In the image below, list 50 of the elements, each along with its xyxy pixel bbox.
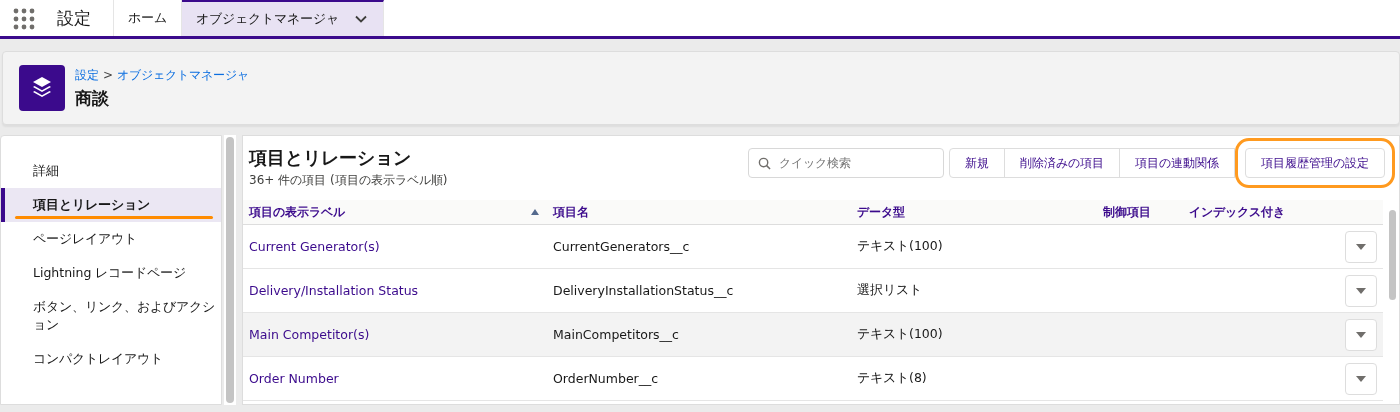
section-subtitle: 36+ 件の項目 (項目の表示ラベル順)	[249, 172, 448, 189]
table-cell: CurrentGenerators__c	[553, 239, 690, 254]
caret-down-icon	[1356, 375, 1366, 382]
table-cell: MainCompetitors__c	[553, 327, 679, 342]
breadcrumb-link[interactable]: 設定	[75, 66, 99, 84]
row-menu-button[interactable]	[1345, 362, 1377, 395]
column-header[interactable]: データ型	[851, 204, 1097, 220]
sidebar-item[interactable]: 詳細	[1, 154, 221, 188]
field-label-link[interactable]: Order Number	[249, 371, 339, 386]
breadcrumb-separator: >	[103, 68, 114, 82]
stacked-layers-icon	[19, 65, 65, 111]
column-header[interactable]: インデックス付き	[1183, 204, 1333, 220]
sidebar-item[interactable]: Lightning レコードページ	[1, 256, 221, 290]
table-cell: テキスト(100)	[857, 326, 943, 343]
table-row[interactable]: Current Generator(s) CurrentGenerators__c テキスト(100)	[243, 225, 1383, 269]
column-header[interactable]: 項目名	[547, 204, 851, 220]
toolbar-button[interactable]: 新規	[949, 148, 1005, 178]
app-launcher-icon[interactable]	[13, 8, 35, 30]
table-row[interactable]: Main Competitor(s) MainCompetitors__c テキスト(100)	[243, 313, 1383, 357]
object-title: 商談	[75, 86, 110, 110]
breadcrumb-link[interactable]: オブジェクトマネージャ	[117, 66, 250, 84]
app-title: 設定	[35, 0, 114, 36]
table-cell: テキスト(100)	[857, 238, 943, 255]
sidebar-item[interactable]: コンパクトレイアウト	[1, 342, 221, 376]
table-cell: テキスト(8)	[857, 370, 927, 387]
scrollbar[interactable]	[224, 135, 236, 405]
nav-tab[interactable]: オブジェクトマネージャ	[182, 0, 384, 36]
table-row[interactable]: Order Number OrderNumber__c テキスト(8)	[243, 357, 1383, 401]
row-menu-button[interactable]	[1345, 230, 1377, 263]
chevron-down-icon[interactable]	[355, 15, 367, 23]
row-menu-button[interactable]	[1345, 274, 1377, 307]
sidebar-item[interactable]: 項目とリレーション	[1, 188, 221, 222]
caret-down-icon	[1356, 331, 1366, 338]
search-field[interactable]: クイック検索	[748, 148, 944, 178]
field-label-link[interactable]: Main Competitor(s)	[249, 327, 370, 342]
field-label-link[interactable]: Delivery/Installation Status	[249, 283, 419, 298]
column-header[interactable]: 制御項目	[1097, 204, 1183, 220]
sidebar-item[interactable]: ページレイアウト	[1, 222, 221, 256]
field-label-link[interactable]: Current Generator(s)	[249, 239, 380, 254]
row-menu-button[interactable]	[1345, 318, 1377, 351]
table-cell: 選択リスト	[857, 282, 922, 299]
section-title: 項目とリレーション	[249, 146, 412, 170]
caret-down-icon	[1356, 287, 1366, 294]
table-cell: DeliveryInstallationStatus__c	[553, 283, 734, 298]
toolbar-button[interactable]: 削除済みの項目	[1004, 148, 1120, 178]
sidebar-item[interactable]: ボタン、リンク、およびアクション	[1, 290, 221, 342]
caret-down-icon	[1356, 243, 1366, 250]
table-cell: OrderNumber__c	[553, 371, 659, 386]
toolbar-button[interactable]: 項目の連動関係	[1119, 148, 1235, 178]
column-header[interactable]: 項目の表示ラベル	[243, 204, 547, 220]
